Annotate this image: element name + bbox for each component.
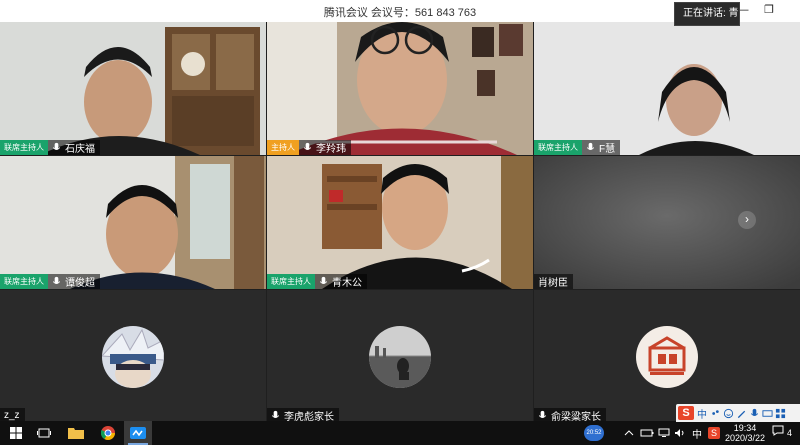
task-view-button[interactable] <box>30 421 58 445</box>
mic-icon[interactable] <box>302 142 313 153</box>
toolbox-icon[interactable] <box>775 408 786 419</box>
task-view-icon <box>37 428 51 438</box>
tencent-meeting-icon <box>130 427 146 439</box>
video-grid: 联席主持人 石庆福 主持人 李羚玮 联席主持人 F慧 联席主持人 谭俊超 联席主… <box>0 22 800 423</box>
participant-label: 肖树臣 <box>534 274 573 289</box>
participant-name: 肖树臣 <box>538 278 568 289</box>
emoji-icon[interactable] <box>723 408 734 419</box>
input-language[interactable]: 中 <box>692 426 702 441</box>
role-badge: 联席主持人 <box>0 140 48 155</box>
voice-icon[interactable] <box>749 408 760 419</box>
sogou-logo[interactable]: S <box>678 406 694 420</box>
participant-video <box>534 156 800 289</box>
video-tile[interactable]: 李虎彪家长 <box>267 290 533 423</box>
notification-center[interactable]: 4 <box>772 425 792 438</box>
clock-date: 2020/3/22 <box>724 433 766 443</box>
clock-time: 19:34 <box>733 423 757 433</box>
system-clock[interactable]: 19:34 2020/3/22 <box>720 423 770 443</box>
keyboard-icon[interactable] <box>762 408 773 419</box>
avatar <box>102 326 164 388</box>
mic-icon[interactable] <box>51 276 62 287</box>
participant-name: F慧 <box>599 144 616 155</box>
participant-label: 联席主持人 谭俊超 <box>0 274 100 289</box>
participant-name: 石庆福 <box>65 144 95 155</box>
tray-app-badge[interactable]: 20:52 <box>584 425 604 441</box>
participant-label: 联席主持人 石庆福 <box>0 140 100 155</box>
participant-label: 主持人 李羚玮 <box>267 140 351 155</box>
mic-icon[interactable] <box>537 410 548 421</box>
mic-icon[interactable] <box>270 410 281 421</box>
maximize-button[interactable]: ❐ <box>756 0 782 22</box>
start-button[interactable] <box>2 421 30 445</box>
participant-video <box>267 156 533 289</box>
role-badge: 联席主持人 <box>534 140 582 155</box>
sogou-tray-icon[interactable]: S <box>708 427 720 439</box>
windows-icon <box>10 427 22 439</box>
role-badge: 主持人 <box>267 140 299 155</box>
participant-name: 李羚玮 <box>316 144 346 155</box>
participant-video <box>267 22 533 155</box>
video-tile[interactable]: 主持人 李羚玮 <box>267 22 533 155</box>
video-tile[interactable]: 联席主持人 石庆福 <box>0 22 266 155</box>
notification-icon <box>772 425 784 436</box>
system-tray: 中 S <box>624 421 720 445</box>
volume-icon[interactable] <box>674 428 686 438</box>
participant-name: 青木公 <box>332 278 362 289</box>
taskbar-file-explorer[interactable] <box>62 421 90 445</box>
mic-icon[interactable] <box>585 142 596 153</box>
network-icon[interactable] <box>658 428 670 438</box>
video-tile[interactable]: 联席主持人 谭俊超 <box>0 156 266 289</box>
mic-icon[interactable] <box>51 142 62 153</box>
ime-toolbar: S 中 <box>676 404 800 422</box>
video-tile[interactable]: 联席主持人 F慧 <box>534 22 800 155</box>
avatar <box>369 326 431 388</box>
participant-video <box>534 22 800 155</box>
role-badge: 联席主持人 <box>0 274 48 289</box>
video-tile[interactable]: 联席主持人 青木公 <box>267 156 533 289</box>
participant-label: 联席主持人 F慧 <box>534 140 621 155</box>
mic-icon[interactable] <box>318 276 329 287</box>
chrome-icon <box>101 426 115 440</box>
video-tile[interactable]: z_z <box>0 290 266 423</box>
taskbar-chrome[interactable] <box>94 421 122 445</box>
participant-video <box>0 22 266 155</box>
taskbar-tencent-meeting[interactable] <box>124 421 152 445</box>
skin-icon[interactable] <box>736 408 747 419</box>
participant-name: z_z <box>4 410 20 421</box>
folder-icon <box>68 428 84 439</box>
avatar <box>636 326 698 388</box>
speaking-indicator: 正在讲话: 青 <box>674 2 740 26</box>
notification-count: 4 <box>786 428 792 438</box>
role-badge: 联席主持人 <box>267 274 315 289</box>
taskbar: 20:52 中 S 19:34 2020/3/22 4 <box>0 421 800 445</box>
battery-icon[interactable] <box>640 428 654 438</box>
next-page-button[interactable]: › <box>738 211 756 229</box>
participant-label: 联席主持人 青木公 <box>267 274 367 289</box>
ime-mode[interactable]: 中 <box>696 406 708 421</box>
punctuation-icon[interactable] <box>710 408 721 419</box>
participant-name: 谭俊超 <box>65 278 95 289</box>
participant-video <box>0 156 266 289</box>
video-tile[interactable]: › 肖树臣 <box>534 156 800 289</box>
chevron-up-icon[interactable] <box>624 428 634 438</box>
